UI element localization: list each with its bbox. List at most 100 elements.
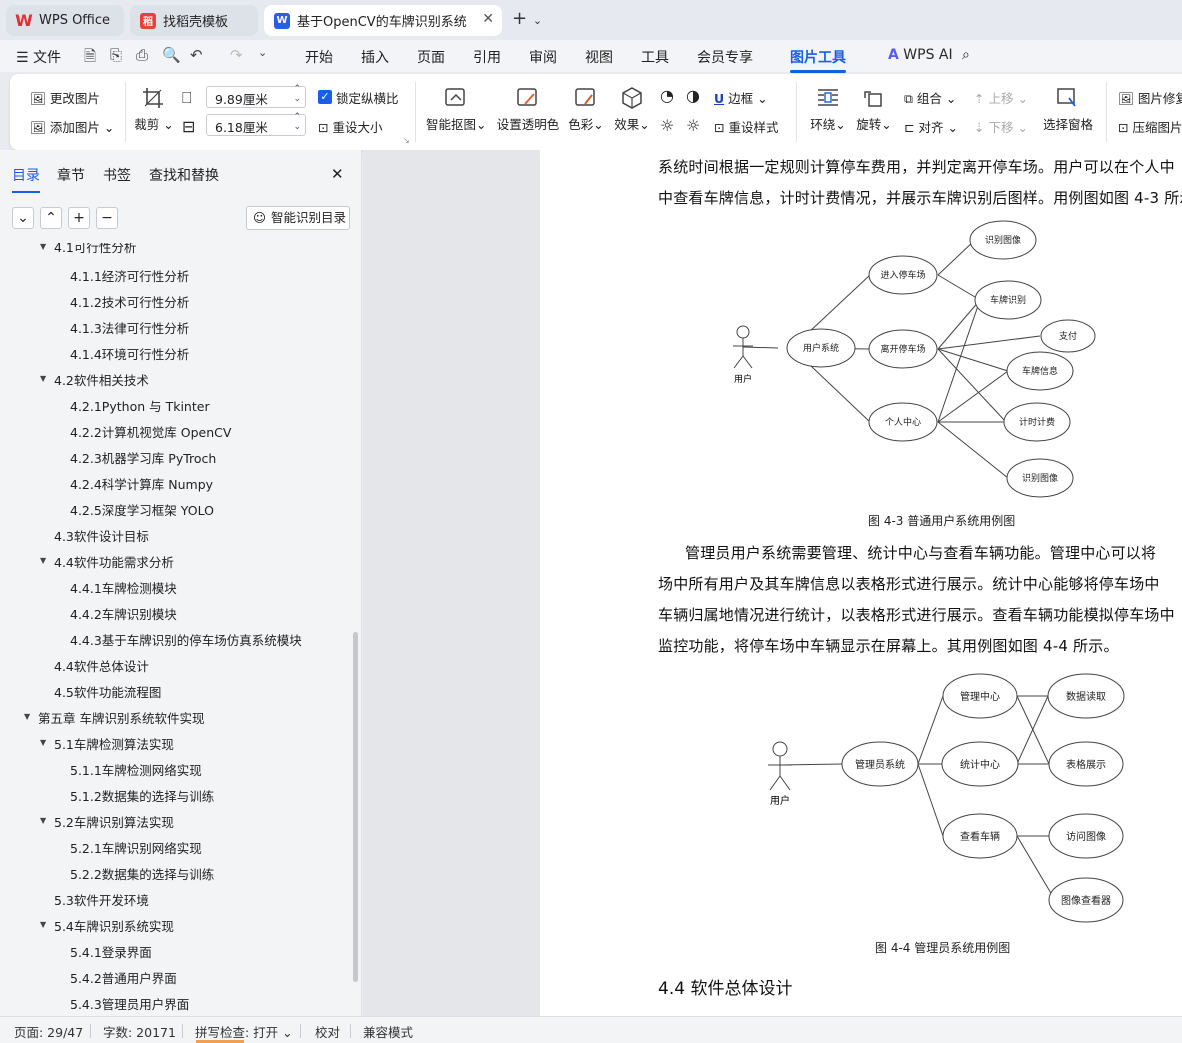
lock-ratio-checkbox[interactable]: ✓	[318, 90, 332, 104]
align-button[interactable]: ⊏ 对齐 ⌄	[904, 117, 958, 136]
height-input[interactable]: 6.18厘米	[206, 112, 306, 136]
add-heading-icon[interactable]: +	[68, 207, 90, 229]
toc-item[interactable]: 4.4.2车牌识别模块	[70, 604, 177, 623]
spell-check-toggle[interactable]: 拼写检查: 打开 ⌄	[195, 1022, 293, 1041]
width-input[interactable]: 9.89厘米	[206, 84, 306, 108]
sidebar-tab-find-replace[interactable]: 查找和替换	[149, 165, 219, 185]
use-case-diagram-admin[interactable]: 用户 管理员系统 管理中心 统计中心 查看车辆 数据读取 表格展示 访问图像 图…	[760, 670, 1140, 930]
collapse-icon[interactable]: ▼	[40, 374, 46, 383]
menu-file[interactable]: ☰ 文件	[16, 47, 61, 67]
effects-button[interactable]: 效果⌄	[612, 86, 652, 133]
crop-button[interactable]: 裁剪 ⌄	[134, 86, 174, 133]
tab-wps-office[interactable]: W WPS Office	[6, 5, 124, 36]
toc-item[interactable]: 5.4.2普通用户界面	[70, 968, 177, 987]
compress-picture-button[interactable]: ⊡ 压缩图片	[1118, 117, 1182, 136]
toc-item[interactable]: 5.2.1车牌识别网络实现	[70, 838, 202, 857]
toc-item[interactable]: 4.1.4环境可行性分析	[70, 344, 189, 363]
toc-item[interactable]: 4.2.5深度学习框架 YOLO	[70, 500, 214, 519]
wrap-button[interactable]: 环绕⌄	[808, 86, 848, 133]
toc-item[interactable]: 5.1.1车牌检测网络实现	[70, 760, 202, 779]
print-preview-icon[interactable]: 🔍	[162, 46, 181, 64]
collapse-up-icon[interactable]: ⌃	[40, 207, 62, 229]
collapse-icon[interactable]: ▼	[40, 243, 46, 251]
toc-item[interactable]: 4.3软件设计目标	[54, 526, 149, 545]
toc-item[interactable]: 4.2.2计算机视觉库 OpenCV	[70, 422, 231, 441]
menu-view[interactable]: 视图	[585, 47, 613, 67]
move-up-button[interactable]: ⇡ 上移 ⌄	[974, 88, 1028, 107]
toc-item[interactable]: 4.4软件功能需求分析	[54, 552, 174, 571]
expand-down-icon[interactable]: ⌄	[12, 207, 34, 229]
group-button[interactable]: ⧉ 组合 ⌄	[904, 88, 956, 107]
undo-icon[interactable]: ↶	[190, 46, 203, 64]
menu-member[interactable]: 会员专享	[697, 47, 753, 67]
set-transparent-button[interactable]: 设置透明色	[496, 86, 560, 133]
toc-item[interactable]: 5.1.2数据集的选择与训练	[70, 786, 214, 805]
toc-item[interactable]: 4.2.3机器学习库 PyTroch	[70, 448, 216, 467]
collapse-icon[interactable]: ▼	[24, 712, 30, 721]
use-case-diagram-user[interactable]: 用户 用户系统 进入停车场 离开停车场 个人中心 识别图像 车牌识别 支付 车牌…	[720, 210, 1160, 500]
picture-repair-button[interactable]: 🖼 图片修复	[1118, 88, 1182, 107]
more-chevron-icon[interactable]: ⌄	[258, 46, 267, 59]
save-icon[interactable]: 🗎	[84, 46, 96, 71]
select-pane-button[interactable]: 选择窗格	[1040, 86, 1096, 133]
toc-item[interactable]: 4.4软件总体设计	[54, 656, 149, 675]
color-button[interactable]: 色彩⌄	[566, 86, 606, 133]
toc-item[interactable]: 4.1可行性分析	[54, 243, 136, 256]
redo-icon[interactable]: ↷	[230, 46, 243, 64]
move-down-button[interactable]: ⇣ 下移 ⌄	[974, 117, 1028, 136]
add-picture-button[interactable]: 🖼 添加图片 ⌄	[30, 117, 114, 136]
brightness-icon[interactable]: ☼	[660, 116, 674, 135]
collapse-icon[interactable]: ▼	[40, 816, 46, 825]
toc-item[interactable]: 5.2车牌识别算法实现	[54, 812, 174, 831]
toc-item[interactable]: 4.2软件相关技术	[54, 370, 149, 389]
page-indicator[interactable]: 页面: 29/47	[14, 1022, 83, 1041]
smart-cutout-button[interactable]: 智能抠图⌄	[426, 86, 487, 133]
close-tab-icon[interactable]: ✕	[482, 11, 494, 27]
brightness-up-icon[interactable]: ◔	[660, 86, 674, 105]
brightness-down-icon[interactable]: ☼	[686, 116, 700, 135]
sidebar-tab-bookmarks[interactable]: 书签	[103, 165, 131, 185]
toc-scrollbar[interactable]	[353, 632, 358, 982]
toc-item[interactable]: 5.4.3管理员用户界面	[70, 994, 189, 1013]
toc-item[interactable]: 4.4.1车牌检测模块	[70, 578, 177, 597]
sidebar-tab-toc[interactable]: 目录	[12, 165, 40, 193]
collapse-icon[interactable]: ▼	[40, 556, 46, 565]
toc-item[interactable]: 5.1车牌检测算法实现	[54, 734, 174, 753]
reset-style-button[interactable]: ⊡ 重设样式	[714, 117, 778, 136]
remove-heading-icon[interactable]: −	[96, 207, 118, 229]
toc-item[interactable]: 5.4车牌识别系统实现	[54, 916, 174, 935]
toc-item[interactable]: 第五章 车牌识别系统软件实现	[38, 708, 204, 727]
menu-tools[interactable]: 工具	[641, 47, 669, 67]
collapse-icon[interactable]: ▼	[40, 738, 46, 747]
toc-item[interactable]: 4.1.2技术可行性分析	[70, 292, 189, 311]
close-pane-icon[interactable]: ✕	[331, 165, 344, 183]
dialog-launcher-icon[interactable]: ↘	[403, 136, 410, 145]
rotate-button[interactable]: 旋转⌄	[854, 86, 894, 133]
toc-item[interactable]: 4.1.3法律可行性分析	[70, 318, 189, 337]
new-tab-icon[interactable]: + ⌄	[512, 8, 542, 29]
change-picture-button[interactable]: 🖼 更改图片	[30, 88, 100, 107]
toc-item[interactable]: 4.2.1Python 与 Tkinter	[70, 396, 210, 415]
menu-page[interactable]: 页面	[417, 47, 445, 67]
menu-picture-tools[interactable]: 图片工具	[790, 47, 846, 73]
toc-item[interactable]: 4.4.3基于车牌识别的停车场仿真系统模块	[70, 630, 302, 649]
ai-toc-button[interactable]: ☺ 智能识别目录	[246, 206, 350, 230]
menu-reference[interactable]: 引用	[473, 47, 501, 67]
reset-size-button[interactable]: ⊡ 重设大小	[318, 117, 382, 136]
menu-wps-ai[interactable]: A WPS AI	[888, 47, 953, 63]
collapse-icon[interactable]: ▼	[40, 920, 46, 929]
border-button[interactable]: U 边框 ⌄	[714, 88, 768, 107]
word-count[interactable]: 字数: 20171	[103, 1022, 176, 1041]
toc-item[interactable]: 4.1.1经济可行性分析	[70, 266, 189, 285]
menu-review[interactable]: 审阅	[529, 47, 557, 67]
print-icon[interactable]: ⎙	[136, 46, 148, 64]
tab-document[interactable]: W 基于OpenCV的车牌识别系统 ✕	[264, 5, 502, 36]
menu-insert[interactable]: 插入	[361, 47, 389, 67]
toc-item[interactable]: 5.3软件开发环境	[54, 890, 149, 909]
toc-item[interactable]: 5.4.1登录界面	[70, 942, 152, 961]
sidebar-tab-chapters[interactable]: 章节	[57, 165, 85, 185]
toc-item[interactable]: 4.2.4科学计算库 Numpy	[70, 474, 213, 493]
menu-start[interactable]: 开始	[305, 47, 333, 67]
export-icon[interactable]: ⎘	[110, 46, 122, 64]
tab-template[interactable]: 稻 找稻壳模板	[130, 5, 258, 36]
